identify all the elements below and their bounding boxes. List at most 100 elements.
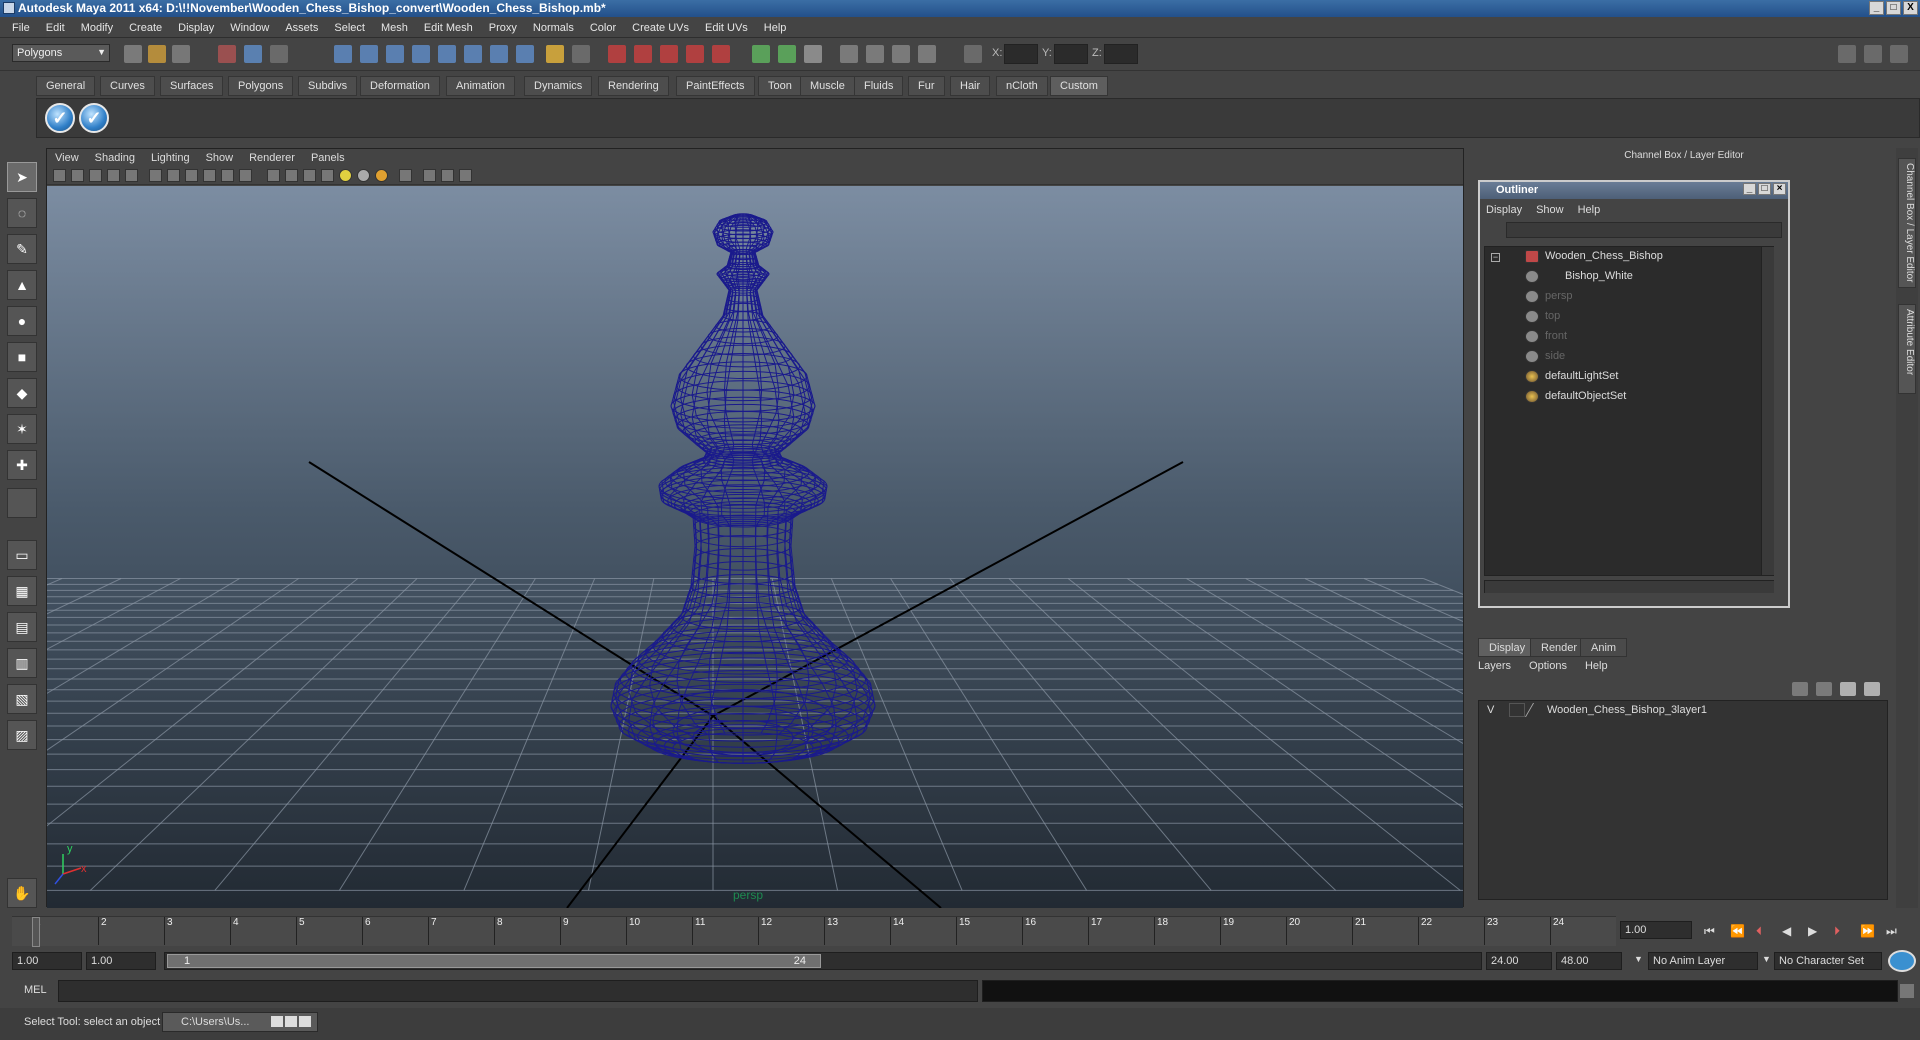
checkmark-shelf-icon[interactable]: ✓ — [79, 103, 109, 133]
open-scene-icon[interactable] — [148, 45, 166, 63]
soft-mod-icon[interactable]: ✶ — [7, 414, 37, 444]
outliner-minimize-icon[interactable]: _ — [1743, 183, 1756, 195]
viewport-menu-renderer[interactable]: Renderer — [249, 152, 295, 164]
outliner-item[interactable]: defaultLightSet — [1485, 367, 1773, 387]
shelf-tab-hair[interactable]: Hair — [950, 76, 991, 96]
toggle-sidebar-icon[interactable] — [1838, 45, 1856, 63]
lock-selection-icon[interactable] — [546, 45, 564, 63]
menu-set-dropdown[interactable]: Polygons ▼ — [12, 44, 110, 62]
shelf-tab-toon[interactable]: Toon — [758, 76, 802, 96]
film-gate-icon[interactable] — [149, 169, 162, 182]
safe-title-icon[interactable] — [239, 169, 252, 182]
menu-edit[interactable]: Edit — [38, 22, 73, 34]
layer-row[interactable]: V Wooden_Chess_Bishop_3layer1 — [1479, 701, 1887, 721]
outliner-item[interactable]: front — [1485, 327, 1773, 347]
shelf-tab-general[interactable]: General — [36, 76, 96, 96]
step-back-frame-icon[interactable]: ⏪ — [1730, 924, 1745, 938]
outliner-item[interactable]: persp — [1485, 287, 1773, 307]
single-perspective-layout-icon[interactable]: ▭ — [7, 540, 37, 570]
isolate-select-icon[interactable] — [423, 169, 436, 182]
lasso-tool-icon[interactable]: ◌ — [7, 198, 37, 228]
shelf-tab-custom[interactable]: Custom — [1050, 76, 1108, 96]
playback-start-field[interactable]: 1.00 — [86, 952, 156, 970]
hand-icon[interactable]: ✋ — [7, 878, 37, 908]
close-button[interactable]: X — [1903, 1, 1918, 15]
menu-create-uvs[interactable]: Create UVs — [624, 22, 697, 34]
range-slider-track[interactable]: 1 24 — [164, 952, 1482, 970]
range-slider-handle[interactable]: 1 24 — [167, 954, 821, 968]
move-tool-icon[interactable]: ▲ — [7, 270, 37, 300]
shelf-tab-muscle[interactable]: Muscle — [800, 76, 855, 96]
wireframe-icon[interactable] — [267, 169, 280, 182]
persp-outliner-layout-icon[interactable]: ▤ — [7, 612, 37, 642]
outliner-filter-field[interactable] — [1506, 222, 1782, 238]
menu-assets[interactable]: Assets — [277, 22, 326, 34]
help-question-icon[interactable] — [516, 45, 534, 63]
shelf-tab-subdivs[interactable]: Subdivs — [298, 76, 358, 96]
viewport-menu-view[interactable]: View — [55, 152, 79, 164]
render-settings-icon[interactable] — [804, 45, 822, 63]
shelf-tab-rendering[interactable]: Rendering — [598, 76, 669, 96]
xray-icon[interactable] — [399, 169, 412, 182]
start-time-field[interactable]: 1.00 — [12, 952, 82, 970]
graph-editor-icon[interactable] — [892, 45, 910, 63]
menu-file[interactable]: File — [4, 22, 38, 34]
render-current-icon[interactable] — [752, 45, 770, 63]
step-forward-key-icon[interactable]: ⏵ — [1834, 924, 1840, 939]
playback-end-field[interactable]: 24.00 — [1486, 952, 1552, 970]
snap-surface-icon[interactable] — [438, 45, 456, 63]
bookmark-icon[interactable] — [89, 169, 102, 182]
play-forwards-icon[interactable]: ▶ — [1808, 924, 1817, 938]
last-tool-icon[interactable]: ✚ — [7, 450, 37, 480]
time-slider[interactable]: 123456789101112131415161718192021222324 — [12, 916, 1616, 947]
shelf-tab-fur[interactable]: Fur — [908, 76, 945, 96]
move-layer-up-icon[interactable] — [1792, 682, 1808, 696]
character-set-dropdown[interactable]: No Character Set — [1774, 952, 1882, 970]
menu-select[interactable]: Select — [326, 22, 373, 34]
new-layer-selected-icon[interactable] — [1864, 682, 1880, 696]
grid-icon[interactable] — [125, 169, 138, 182]
highlight-selection-icon[interactable] — [572, 45, 590, 63]
gate-mask-icon[interactable] — [185, 169, 198, 182]
select-tool-icon[interactable]: ➤ — [7, 162, 37, 192]
persp-graph-layout-icon[interactable]: ▥ — [7, 648, 37, 678]
camera-attributes-icon[interactable] — [71, 169, 84, 182]
move-layer-down-icon[interactable] — [1816, 682, 1832, 696]
menu-edit-uvs[interactable]: Edit UVs — [697, 22, 756, 34]
outliner-item[interactable]: side — [1485, 347, 1773, 367]
outliner-vertical-scrollbar[interactable] — [1761, 247, 1774, 575]
layer-visibility-toggle[interactable]: V — [1487, 704, 1494, 716]
outliner-menu-display[interactable]: Display — [1486, 204, 1522, 216]
snap-grid-icon[interactable] — [334, 45, 352, 63]
outliner-menu-help[interactable]: Help — [1578, 204, 1601, 216]
outliner-item[interactable]: Wooden_Chess_Bishop — [1485, 247, 1773, 267]
layer-tab-display[interactable]: Display — [1478, 638, 1537, 657]
manipulator-tool-icon[interactable]: ◆ — [7, 378, 37, 408]
go-to-start-icon[interactable]: ⏮ — [1704, 924, 1715, 939]
outliner-close-icon[interactable]: × — [1773, 183, 1786, 195]
layer-menu-options[interactable]: Options — [1529, 660, 1567, 672]
textured-icon[interactable] — [321, 169, 334, 182]
empty-tool-slot[interactable] — [7, 488, 37, 518]
dope-sheet-icon[interactable] — [918, 45, 936, 63]
snap-point-icon[interactable] — [386, 45, 404, 63]
construction-history-icon[interactable] — [464, 45, 482, 63]
restore-icon[interactable] — [271, 1016, 283, 1027]
scale-tool-icon[interactable]: ■ — [7, 342, 37, 372]
current-frame-field[interactable]: 1.00 — [1620, 921, 1692, 939]
select-object-icon[interactable] — [244, 45, 262, 63]
field-chart-icon[interactable] — [203, 169, 216, 182]
absolute-transform-icon[interactable] — [964, 45, 982, 63]
checkmark-shelf-icon[interactable]: ✓ — [45, 103, 75, 133]
side-tab-attribute-editor[interactable]: Attribute Editor — [1898, 304, 1916, 394]
menu-normals[interactable]: Normals — [525, 22, 582, 34]
frame-all-icon[interactable] — [459, 169, 472, 182]
shelf-tab-dynamics[interactable]: Dynamics — [524, 76, 593, 96]
shelf-tab-animation[interactable]: Animation — [446, 76, 515, 96]
menu-window[interactable]: Window — [222, 22, 277, 34]
menu-modify[interactable]: Modify — [73, 22, 121, 34]
safe-action-icon[interactable] — [221, 169, 234, 182]
graph-layout-icon[interactable]: ▨ — [7, 720, 37, 750]
chevron-down-icon[interactable]: ▼ — [1762, 954, 1771, 964]
layer-tab-anim[interactable]: Anim — [1580, 638, 1628, 657]
